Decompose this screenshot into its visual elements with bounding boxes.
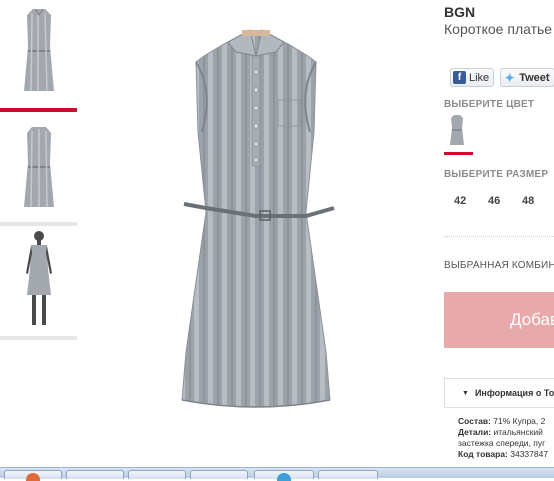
product-title: Короткое платье (444, 21, 553, 37)
brand-name[interactable]: BGN (444, 4, 475, 20)
facebook-like-label: Like (469, 71, 490, 84)
tweet-label: Tweet (519, 71, 550, 84)
thumbnail-back-image (4, 118, 73, 216)
twitter-icon: ✦ (504, 70, 515, 85)
taskbar-item[interactable] (66, 470, 124, 479)
thumbnail-divider (0, 222, 77, 226)
social-buttons: f Like ✦ Tweet (450, 68, 554, 87)
facebook-like-button[interactable]: f Like (450, 68, 495, 87)
taskbar-item[interactable] (254, 470, 314, 481)
thumbnail-on-model[interactable] (0, 228, 77, 340)
details-value: итальянский (493, 427, 543, 437)
size-section-label: ВЫБЕРИТЕ РАЗМЕР (444, 169, 549, 180)
main-product-image[interactable] (166, 22, 346, 417)
size-option[interactable]: 46 (488, 195, 522, 207)
taskbar (0, 467, 554, 481)
add-to-cart-button[interactable]: Добав (444, 292, 554, 348)
product-code-value: 34337847 (510, 449, 549, 459)
composition-label: Состав: (458, 416, 491, 426)
tweet-button[interactable]: ✦ Tweet (500, 68, 554, 87)
thumbnail-divider (0, 336, 77, 340)
details-label: Детали: (458, 427, 492, 437)
selected-combination-label: ВЫБРАННАЯ КОМБИН (444, 260, 554, 271)
color-selected-indicator (444, 152, 473, 155)
size-option[interactable]: 42 (454, 195, 488, 207)
product-code-label: Код товара: (458, 449, 508, 459)
size-option[interactable]: 48 (522, 195, 554, 207)
thumbnail-front-image (4, 0, 73, 102)
taskbar-item[interactable] (318, 470, 378, 479)
facebook-icon: f (453, 71, 466, 84)
thumbnail-selected-indicator (0, 108, 77, 112)
taskbar-item[interactable] (4, 470, 62, 481)
section-divider (444, 236, 554, 237)
thumbnail-on-model-image (4, 228, 73, 330)
product-details: Состав: 71% Купра, 2 Детали: итальянский… (458, 416, 548, 460)
product-info-toggle[interactable]: ▼ Информация о То (444, 378, 554, 408)
taskbar-item[interactable] (128, 470, 186, 479)
thumbnail-front[interactable] (0, 0, 77, 112)
color-section-label: ВЫБЕРИТЕ ЦВЕТ (444, 99, 535, 110)
thumbnail-back[interactable] (0, 118, 77, 226)
product-info-toggle-label: Информация о То (474, 388, 554, 398)
composition-value: 71% Купра, 2 (493, 416, 546, 426)
details-line-2: застежка спереди, пуг (458, 438, 546, 448)
size-options: 42 46 48 (454, 195, 554, 207)
color-swatch-grey[interactable] (450, 114, 464, 146)
taskbar-item[interactable] (190, 470, 248, 479)
product-info-panel: BGN Короткое платье f Like ✦ Tweet ВЫБЕР… (444, 0, 554, 477)
triangle-down-icon: ▼ (462, 389, 469, 397)
